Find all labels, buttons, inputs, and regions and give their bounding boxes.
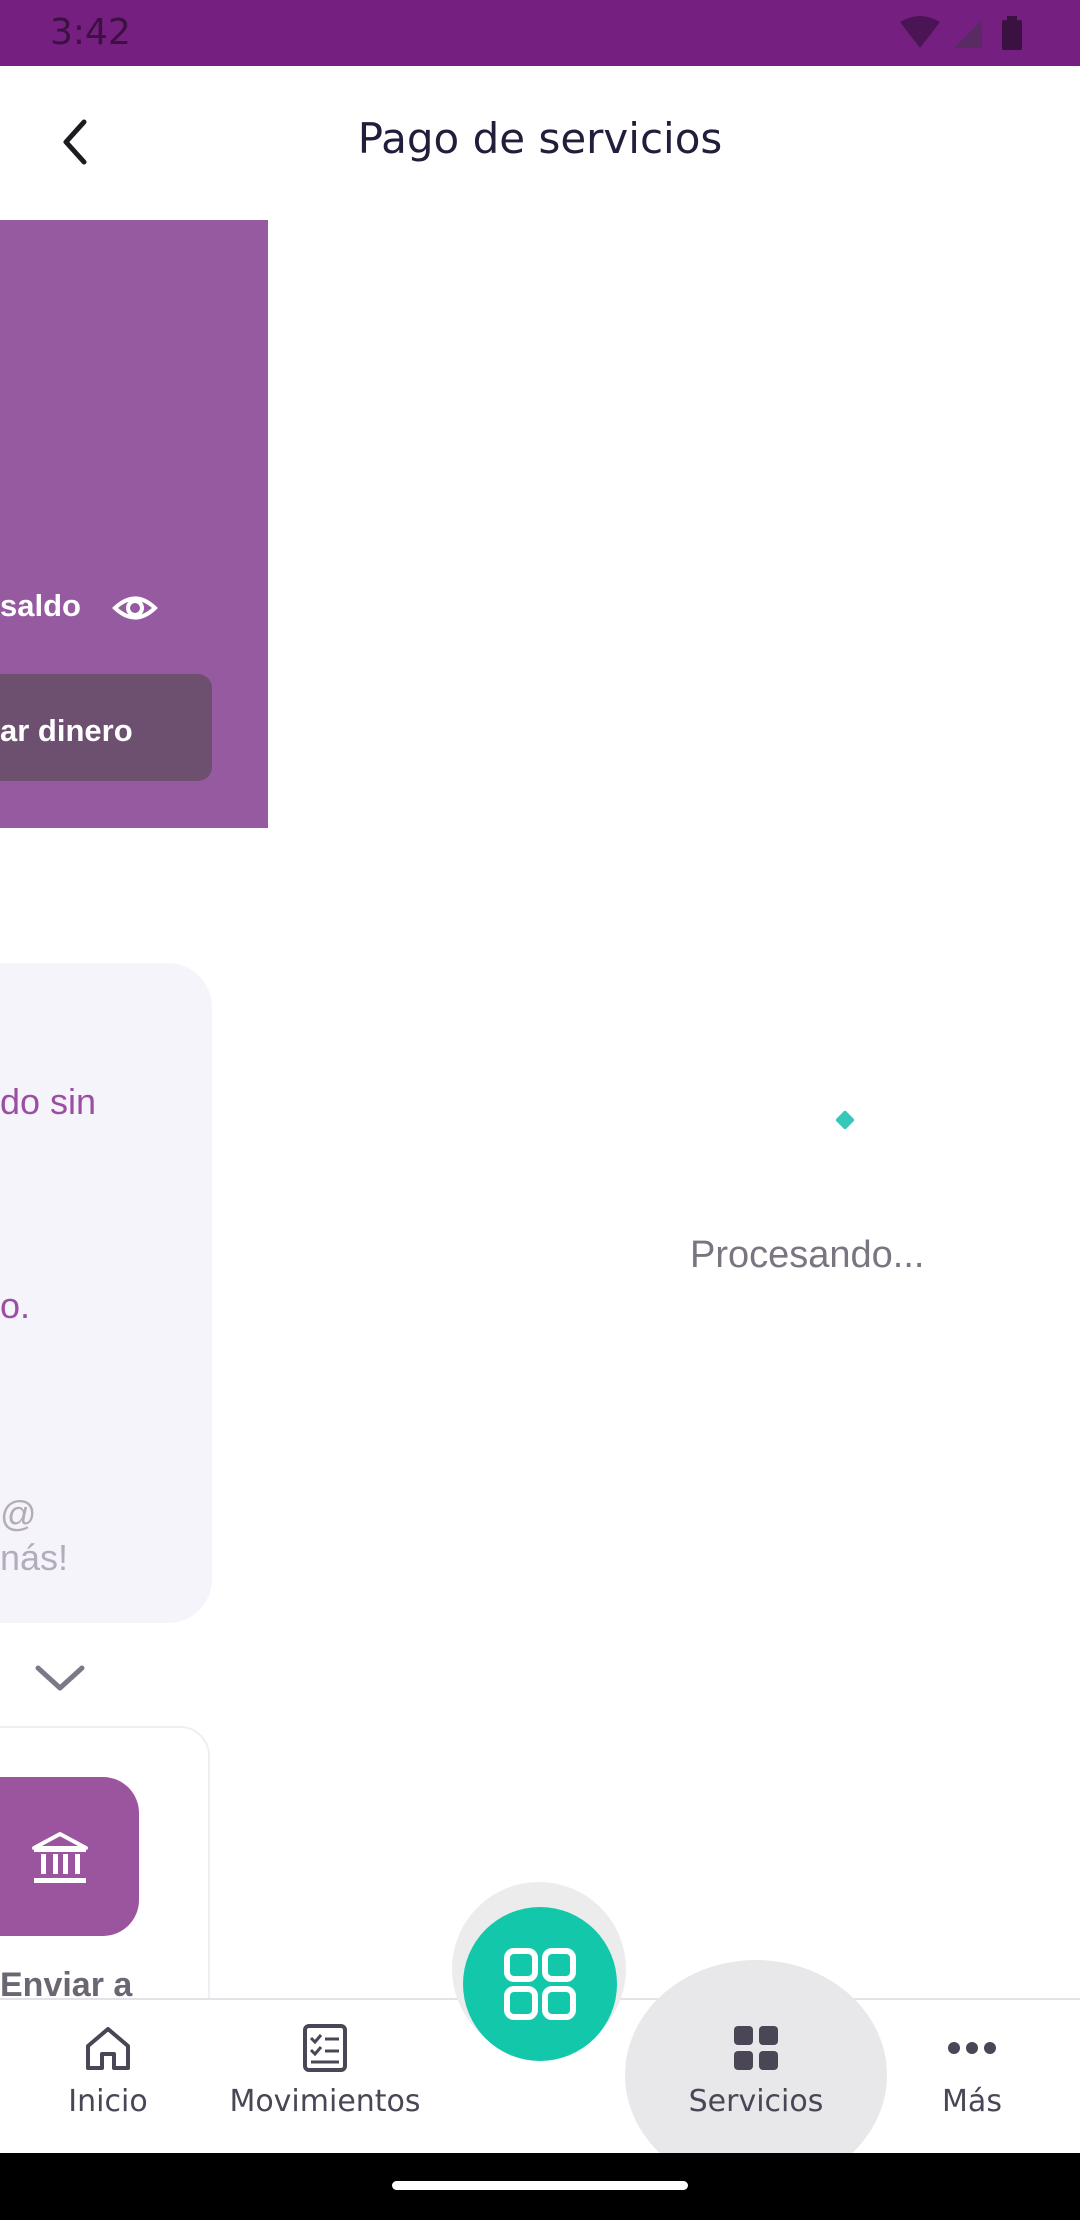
chevron-down-icon[interactable] <box>30 1658 90 1698</box>
home-icon <box>86 2027 130 2070</box>
battery-icon <box>1002 20 1022 50</box>
nav-label: Inicio <box>68 2084 148 2119</box>
status-time: 3:42 <box>50 12 131 53</box>
processing-text: Procesando... <box>690 1234 925 1276</box>
add-money-label: ar dinero <box>0 713 133 748</box>
promo-line: o. <box>0 1285 31 1326</box>
more-icon <box>948 2042 996 2054</box>
nav-item-movimientos[interactable]: Movimientos <box>222 2020 428 2150</box>
promo-line: nás! <box>0 1537 69 1578</box>
status-icons <box>900 16 1022 50</box>
wifi-icon <box>900 16 940 48</box>
bank-icon <box>32 1832 88 1883</box>
nav-label: Más <box>942 2084 1002 2119</box>
nav-item-inicio[interactable]: Inicio <box>48 2020 168 2150</box>
nav-label: Servicios <box>688 2084 824 2119</box>
qr-grid-icon <box>504 1948 576 2020</box>
checklist-icon <box>303 2024 347 2072</box>
page-title: Pago de servicios <box>357 114 723 163</box>
grid-icon <box>734 2026 778 2070</box>
nav-item-mas[interactable]: Más <box>920 2020 1024 2150</box>
nav-item-servicios[interactable]: Servicios <box>680 2020 832 2150</box>
promo-line: do sin <box>0 1081 97 1122</box>
home-gesture-handle[interactable] <box>392 2181 688 2190</box>
signal-icon <box>954 20 982 48</box>
promo-card[interactable]: do sin o. @ nás! <box>0 963 212 1623</box>
loading-spinner <box>835 1110 855 1130</box>
eye-icon[interactable] <box>112 585 158 631</box>
show-balance-label: saldo <box>0 588 81 623</box>
promo-line: @ <box>0 1493 37 1534</box>
nav-label: Movimientos <box>229 2084 421 2119</box>
status-bar: 3:42 <box>0 0 1080 66</box>
